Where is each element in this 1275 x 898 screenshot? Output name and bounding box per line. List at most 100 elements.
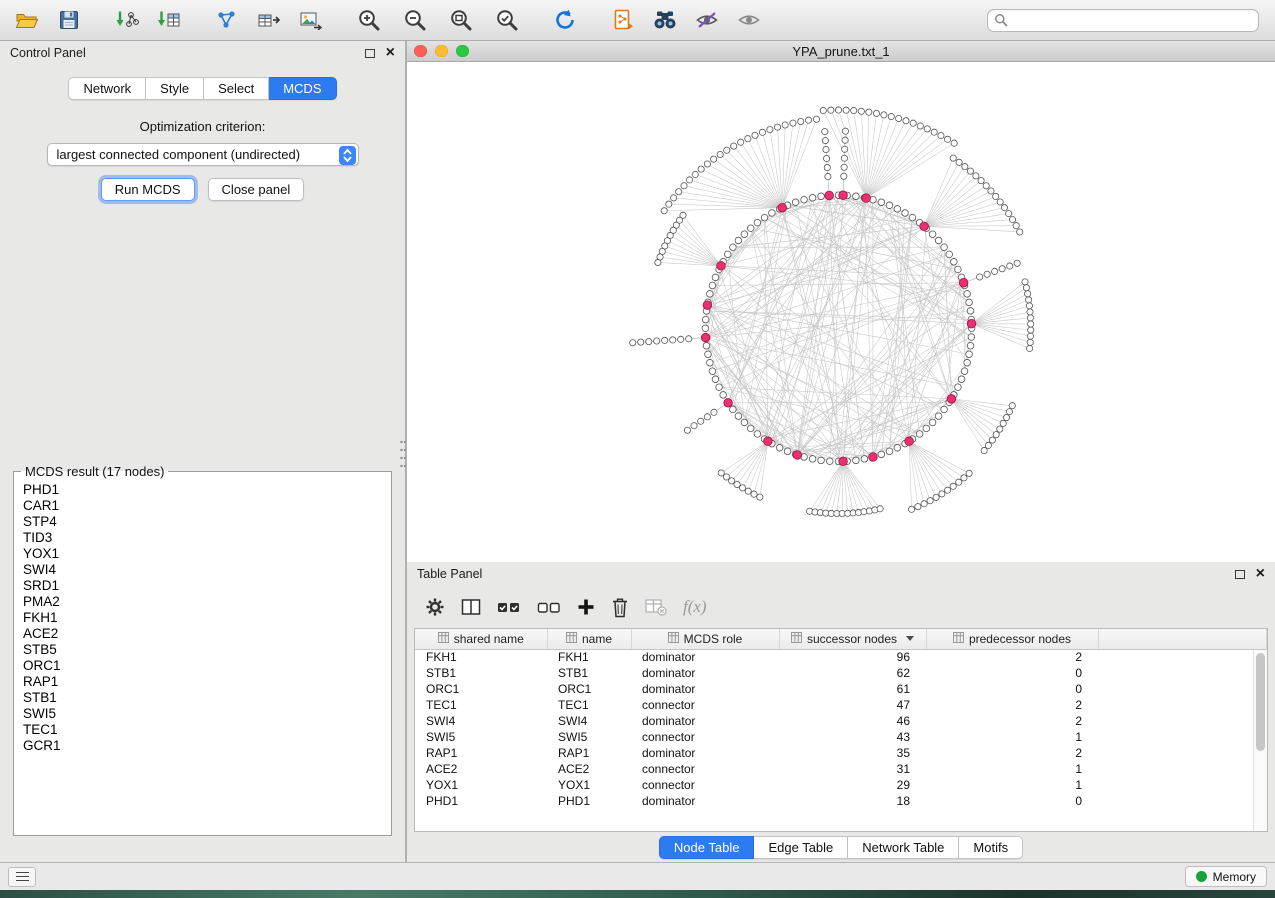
table-cell[interactable]: 1 [926,777,1098,793]
run-mcds-button[interactable]: Run MCDS [101,178,195,201]
table-row[interactable]: SWI5SWI5connector431 [415,729,1267,745]
table-cell[interactable]: connector [631,761,779,777]
table-cell[interactable]: RAP1 [415,745,547,761]
memory-button[interactable]: Memory [1185,866,1267,887]
criterion-dropdown[interactable]: largest connected component (undirected) [47,143,359,166]
mcds-result-item[interactable]: PHD1 [23,482,389,498]
table-row[interactable]: FKH1FKH1dominator962 [415,649,1267,665]
control-panel-float-button[interactable] [365,49,375,58]
table-cell[interactable]: 31 [779,761,926,777]
zoom-in-button[interactable] [352,5,386,35]
tab-network-table[interactable]: Network Table [848,836,959,859]
table-cell[interactable]: dominator [631,793,779,809]
column-header-mcds-role[interactable]: MCDS role [631,629,779,649]
table-cell[interactable]: STB1 [415,665,547,681]
delete-table-button[interactable] [645,598,667,616]
table-cell[interactable]: 2 [926,745,1098,761]
open-file-button[interactable] [10,5,44,35]
table-cell[interactable]: FKH1 [547,649,631,665]
export-network-button[interactable] [210,5,244,35]
table-cell[interactable]: RAP1 [547,745,631,761]
table-scrollbar-thumb[interactable] [1256,653,1265,751]
refresh-network-button[interactable] [548,5,582,35]
mcds-result-item[interactable]: STB1 [23,690,389,706]
table-row[interactable]: ORC1ORC1dominator610 [415,681,1267,697]
table-cell[interactable]: ORC1 [415,681,547,697]
table-cell[interactable]: ACE2 [547,761,631,777]
tab-node-table[interactable]: Node Table [659,836,755,859]
mcds-result-item[interactable]: YOX1 [23,546,389,562]
table-cell[interactable]: dominator [631,649,779,665]
mcds-result-item[interactable]: FKH1 [23,610,389,626]
search-input[interactable] [987,9,1259,32]
zoom-out-button[interactable] [398,5,432,35]
table-row[interactable]: PHD1PHD1dominator180 [415,793,1267,809]
table-settings-button[interactable] [425,597,445,617]
mcds-result-item[interactable]: GCR1 [23,738,389,754]
table-cell[interactable]: 2 [926,649,1098,665]
add-column-button[interactable] [577,598,595,616]
table-cell[interactable]: 29 [779,777,926,793]
table-cell[interactable]: 46 [779,713,926,729]
table-cell[interactable]: dominator [631,681,779,697]
table-cell[interactable]: 0 [926,681,1098,697]
table-cell[interactable]: 47 [779,697,926,713]
save-session-button[interactable] [52,5,86,35]
table-cell[interactable]: dominator [631,745,779,761]
zoom-selected-button[interactable] [490,5,524,35]
select-all-columns-button[interactable] [497,599,521,615]
column-header-shared-name[interactable]: shared name [415,629,547,649]
column-header-successor-nodes[interactable]: successor nodes [779,629,926,649]
table-cell[interactable]: dominator [631,713,779,729]
table-cell[interactable]: 1 [926,761,1098,777]
table-cell[interactable]: TEC1 [415,697,547,713]
share-document-button[interactable] [606,5,640,35]
export-image-button[interactable] [294,5,328,35]
delete-column-button[interactable] [611,597,629,618]
table-cell[interactable]: SWI5 [547,729,631,745]
table-cell[interactable]: SWI4 [415,713,547,729]
hide-annotations-button[interactable] [690,5,724,35]
table-cell[interactable]: TEC1 [547,697,631,713]
show-panels-button[interactable] [8,867,36,887]
tab-style[interactable]: Style [146,77,204,100]
maximize-window-button[interactable] [456,45,469,58]
column-header-name[interactable]: name [547,629,631,649]
mcds-result-item[interactable]: CAR1 [23,498,389,514]
table-cell[interactable]: 2 [926,697,1098,713]
table-row[interactable]: SWI4SWI4dominator462 [415,713,1267,729]
table-panel-close-button[interactable]: × [1256,566,1265,582]
mcds-result-item[interactable]: RAP1 [23,674,389,690]
show-view-button[interactable] [732,5,766,35]
mcds-result-item[interactable]: TID3 [23,530,389,546]
mcds-result-item[interactable]: ORC1 [23,658,389,674]
table-cell[interactable]: STB1 [547,665,631,681]
mcds-result-item[interactable]: TEC1 [23,722,389,738]
mcds-result-item[interactable]: SRD1 [23,578,389,594]
control-panel-close-button[interactable]: × [386,45,395,61]
tab-motifs[interactable]: Motifs [959,836,1023,859]
table-cell[interactable]: SWI5 [415,729,547,745]
table-cell[interactable]: SWI4 [547,713,631,729]
table-cell[interactable]: 1 [926,729,1098,745]
table-row[interactable]: RAP1RAP1dominator352 [415,745,1267,761]
table-cell[interactable]: 35 [779,745,926,761]
mcds-result-item[interactable]: STB5 [23,642,389,658]
mcds-result-item[interactable]: SWI5 [23,706,389,722]
table-cell[interactable]: 62 [779,665,926,681]
network-canvas[interactable] [407,62,1275,562]
deselect-all-columns-button[interactable] [537,599,561,615]
table-cell[interactable]: 96 [779,649,926,665]
search-network-button[interactable] [648,5,682,35]
table-cell[interactable]: 43 [779,729,926,745]
minimize-window-button[interactable] [435,45,448,58]
mcds-result-item[interactable]: ACE2 [23,626,389,642]
table-cell[interactable]: connector [631,697,779,713]
table-row[interactable]: YOX1YOX1connector291 [415,777,1267,793]
table-row[interactable]: ACE2ACE2connector311 [415,761,1267,777]
import-table-button[interactable] [152,5,186,35]
mcds-result-item[interactable]: SWI4 [23,562,389,578]
table-cell[interactable]: connector [631,729,779,745]
close-mcds-panel-button[interactable]: Close panel [208,178,305,201]
table-scrollbar[interactable] [1253,650,1267,831]
